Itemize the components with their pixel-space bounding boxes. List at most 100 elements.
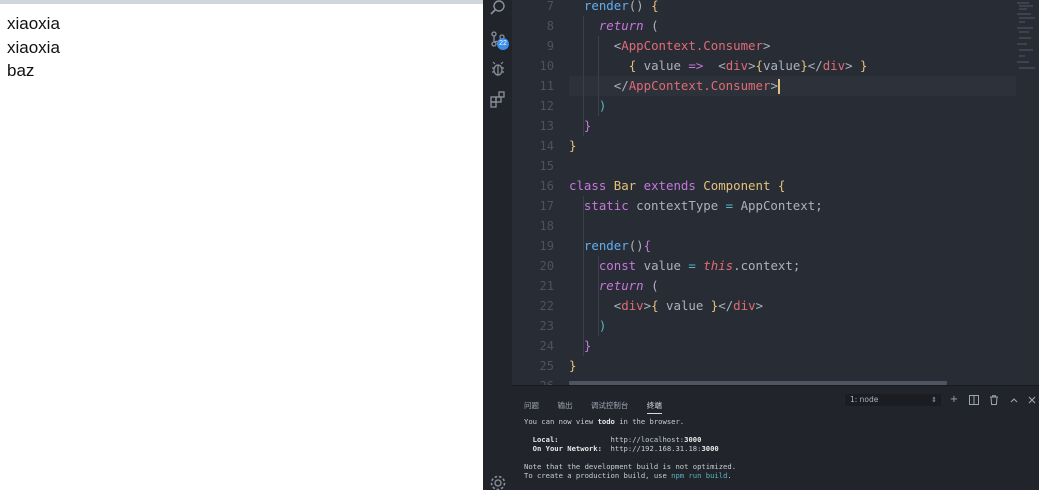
code-lines[interactable]: render() { return ( <AppContext.Consumer… bbox=[569, 0, 868, 385]
debug-icon[interactable] bbox=[489, 60, 507, 78]
code-token: > bbox=[762, 38, 771, 53]
code-token: div bbox=[733, 298, 756, 313]
code-line[interactable]: ) bbox=[569, 316, 868, 336]
code-line[interactable]: class Bar extends Component { bbox=[569, 176, 868, 196]
code-token: return bbox=[598, 278, 644, 293]
minimap[interactable] bbox=[1015, 0, 1039, 80]
code-token: </ bbox=[718, 298, 734, 313]
code-token: ) bbox=[598, 318, 607, 333]
terminal-text: Note that the development build is not o… bbox=[524, 462, 737, 471]
browser-top-border bbox=[0, 0, 483, 4]
output-line: xiaoxia bbox=[7, 37, 60, 57]
code-line[interactable]: <div>{ value }</div> bbox=[569, 296, 868, 316]
code-line[interactable]: return ( bbox=[569, 16, 868, 36]
terminal-text: 3000 bbox=[684, 435, 702, 444]
terminal-output[interactable]: You can now view todo in the browser. Lo… bbox=[524, 417, 736, 480]
close-panel-icon[interactable] bbox=[1026, 394, 1038, 406]
tab-debug-console[interactable]: 调试控制台 bbox=[591, 400, 629, 413]
code-line[interactable]: ) bbox=[569, 96, 868, 116]
code-line[interactable]: } bbox=[569, 136, 868, 156]
code-line[interactable]: const value = this.context; bbox=[569, 256, 868, 276]
terminal-line: Note that the development build is not o… bbox=[524, 462, 736, 471]
code-token: { bbox=[651, 0, 659, 13]
line-number: 13 bbox=[539, 119, 554, 133]
terminal-text: todo bbox=[597, 417, 615, 426]
trash-icon[interactable] bbox=[988, 394, 1000, 406]
terminal-text: . bbox=[727, 471, 732, 480]
activity-bar: 22 bbox=[483, 0, 512, 490]
code-token: } bbox=[800, 58, 808, 73]
code-line[interactable]: { value => <div>{value}</div> } bbox=[569, 56, 868, 76]
code-token: => bbox=[688, 58, 704, 73]
extensions-icon[interactable] bbox=[489, 90, 507, 108]
code-line[interactable]: return ( bbox=[569, 276, 868, 296]
tab-output[interactable]: 输出 bbox=[557, 400, 572, 413]
line-number: 11 bbox=[539, 79, 554, 93]
code-token: } bbox=[583, 338, 592, 353]
code-line[interactable]: } bbox=[569, 116, 868, 136]
code-token: this bbox=[703, 258, 734, 273]
code-line[interactable]: render(){ bbox=[569, 236, 868, 256]
code-token: value bbox=[636, 58, 689, 73]
code-line[interactable]: static contextType = AppContext; bbox=[569, 196, 868, 216]
code-token: = bbox=[725, 198, 741, 213]
search-icon[interactable] bbox=[489, 0, 507, 18]
output-line: xiaoxia bbox=[7, 14, 60, 33]
code-token: value bbox=[763, 58, 801, 73]
code-token: .context; bbox=[733, 258, 801, 273]
code-token: { bbox=[755, 58, 764, 73]
terminal-text: On Your Network: bbox=[532, 444, 602, 453]
line-number: 20 bbox=[539, 259, 554, 273]
terminal-select[interactable]: 1: node ⇕ bbox=[845, 394, 941, 406]
split-terminal-icon[interactable] bbox=[968, 394, 980, 406]
terminal-select-value: 1: node bbox=[850, 395, 879, 404]
code-token: AppContext.Consumer bbox=[628, 78, 771, 93]
code-line[interactable]: render() { bbox=[569, 0, 868, 16]
line-number: 16 bbox=[539, 179, 554, 193]
tab-problems[interactable]: 问题 bbox=[524, 400, 539, 413]
code-token: AppContext.Consumer bbox=[621, 38, 763, 53]
line-number-gutter: 7 8 9 10 11 12 13 14 15 16 17 18 19 20 21 22 23 24 25 26 bbox=[512, 0, 566, 385]
terminal-text: 3000 bbox=[701, 444, 719, 453]
terminal-line: Local: http://localhost:3000 bbox=[524, 435, 736, 444]
terminal-text: Local: bbox=[532, 435, 559, 444]
browser-viewport: xiaoxia xiaoxia baz bbox=[0, 0, 483, 490]
line-number: 24 bbox=[539, 339, 554, 353]
line-number: 25 bbox=[539, 359, 554, 373]
line-number: 10 bbox=[539, 59, 554, 73]
terminal-text: in the browser. bbox=[614, 417, 685, 426]
code-line[interactable]: } bbox=[569, 336, 868, 356]
terminal-line: You can now view todo in the browser. bbox=[524, 417, 736, 426]
code-editor[interactable]: 7 8 9 10 11 12 13 14 15 16 17 18 19 20 21 22 23 24 25 26 re… bbox=[512, 0, 1039, 385]
maximize-panel-icon[interactable] bbox=[1008, 394, 1020, 406]
code-token: value bbox=[658, 298, 711, 313]
code-editor-window: 22 7 8 9 10 11 12 13 14 15 16 17 18 19 20 21 22 23 24 25 26… bbox=[483, 0, 1039, 490]
terminal-line: On Your Network: http://192.168.31.18:30… bbox=[524, 444, 736, 453]
code-token: > bbox=[755, 298, 764, 313]
code-token: value bbox=[643, 258, 689, 273]
line-number: 12 bbox=[539, 99, 554, 113]
add-terminal-icon[interactable]: + bbox=[948, 394, 960, 406]
code-line[interactable] bbox=[569, 156, 868, 176]
code-line[interactable] bbox=[569, 216, 868, 236]
code-line[interactable]: </AppContext.Consumer> bbox=[569, 76, 868, 96]
code-token: { bbox=[651, 298, 659, 313]
line-number: 21 bbox=[539, 279, 554, 293]
terminal-text: You can now view bbox=[524, 417, 598, 426]
code-token: const bbox=[598, 258, 644, 273]
scm-change-count-badge: 22 bbox=[497, 38, 509, 50]
line-number: 15 bbox=[539, 159, 554, 173]
code-token: </ bbox=[613, 78, 629, 93]
tab-terminal[interactable]: 终端 bbox=[646, 400, 662, 414]
line-number: 17 bbox=[539, 199, 554, 213]
rendered-output: xiaoxia xiaoxia baz bbox=[7, 12, 60, 83]
code-token: } bbox=[569, 358, 577, 373]
code-token: { bbox=[643, 238, 652, 253]
code-line[interactable]: } bbox=[569, 356, 868, 376]
settings-gear-icon[interactable] bbox=[489, 474, 507, 490]
code-line[interactable]: <AppContext.Consumer> bbox=[569, 36, 868, 56]
line-number: 22 bbox=[539, 299, 554, 313]
